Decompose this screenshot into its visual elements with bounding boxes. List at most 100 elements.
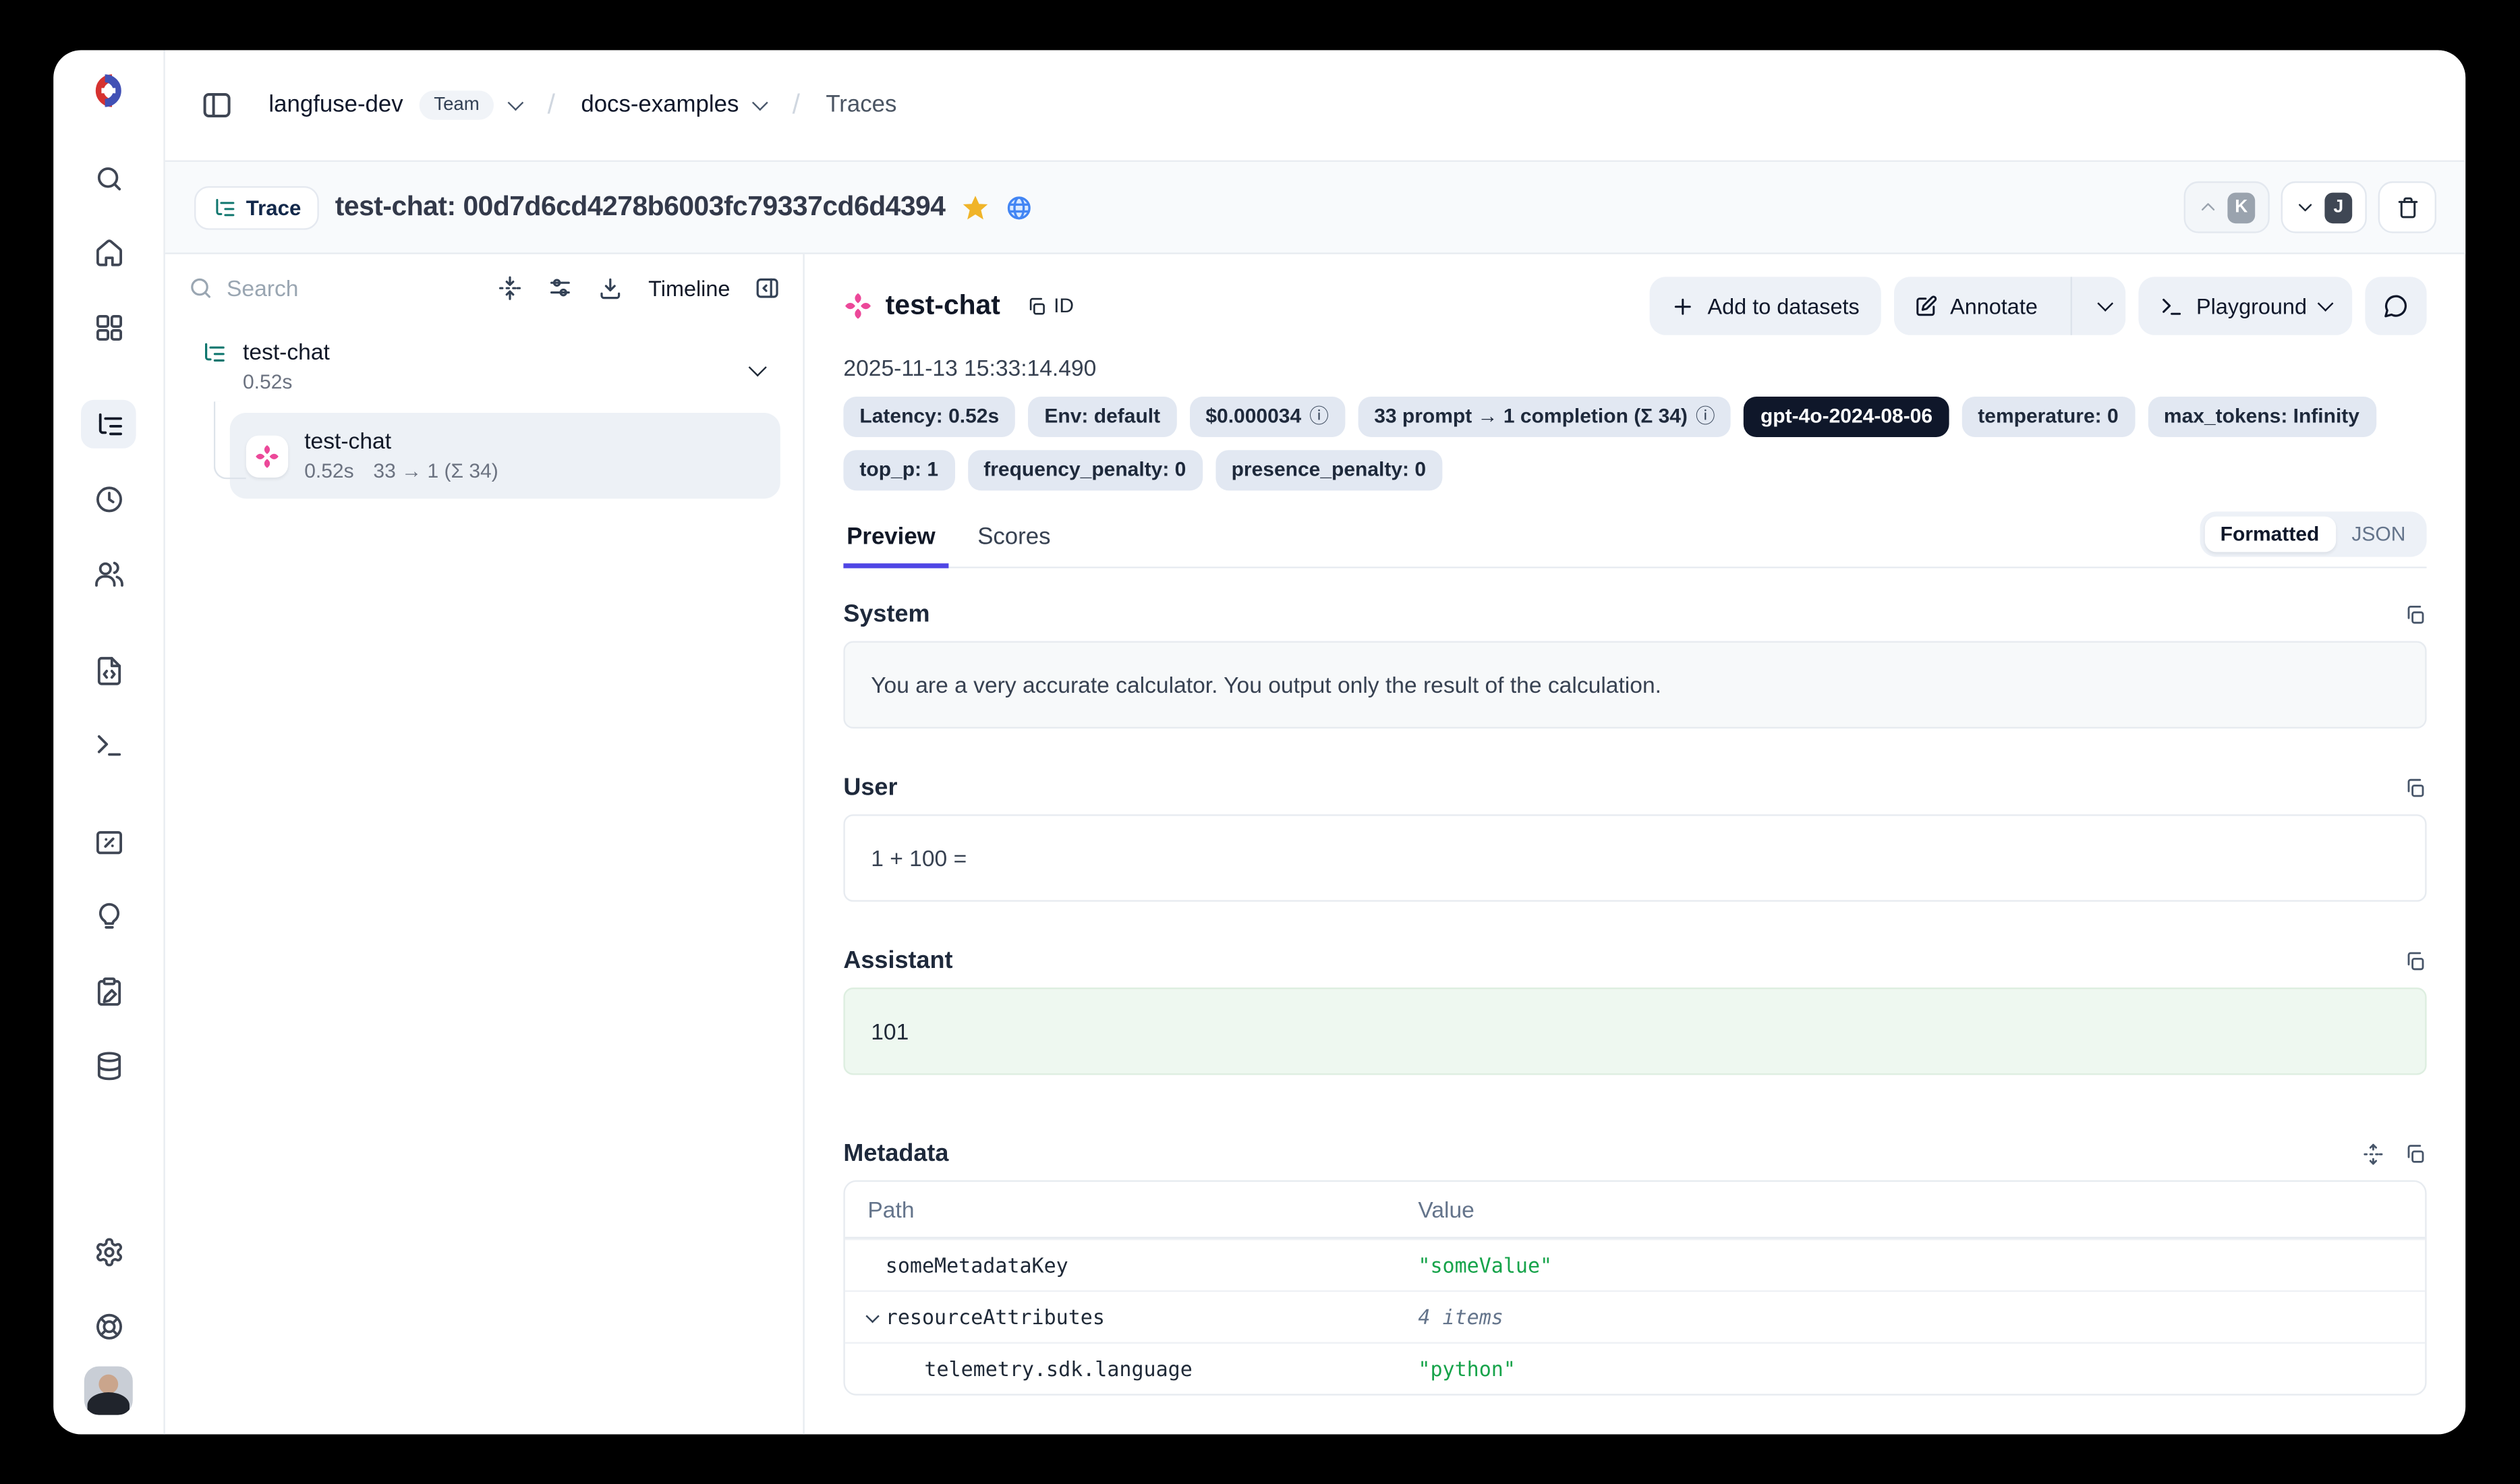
cost-badge[interactable]: $0.000034ⓘ — [1189, 397, 1345, 437]
timeline-toggle[interactable]: Timeline — [648, 276, 730, 300]
model-badge[interactable]: gpt-4o-2024-08-06 — [1744, 397, 1949, 437]
sessions-icon[interactable] — [81, 474, 136, 523]
prev-trace-button[interactable]: K — [2184, 181, 2270, 233]
pencil-square-icon — [1913, 294, 1937, 318]
column-value: Value — [1418, 1197, 2402, 1222]
tree-node-trace[interactable]: test-chat 0.52s — [188, 337, 780, 397]
annotate-dropdown-button[interactable] — [2084, 277, 2125, 335]
column-path: Path — [867, 1197, 1418, 1222]
copy-icon[interactable] — [2404, 776, 2427, 799]
tree-connector — [214, 401, 246, 479]
settings-icon[interactable] — [81, 1227, 136, 1276]
collapse-all-icon[interactable] — [498, 275, 523, 301]
metadata-key[interactable]: resourceAttributes — [867, 1305, 1418, 1329]
generation-icon — [843, 291, 872, 320]
tree-settings-icon[interactable] — [548, 275, 573, 301]
home-icon[interactable] — [81, 228, 136, 277]
breadcrumb-project[interactable]: docs-examples — [581, 92, 739, 118]
breadcrumb-org[interactable]: langfuse-dev — [268, 92, 403, 118]
search-icon[interactable] — [81, 154, 136, 202]
info-icon: ⓘ — [1309, 403, 1329, 431]
chevron-down-icon[interactable] — [751, 352, 764, 381]
metadata-key: telemetry.sdk.language — [867, 1357, 1418, 1381]
scores-icon[interactable] — [81, 818, 136, 866]
copy-icon[interactable] — [2404, 950, 2427, 973]
breadcrumb-bar: langfuse-dev Team / docs-examples / Trac… — [165, 50, 2465, 162]
metadata-table: Path Value someMetadataKey "someValue" r… — [843, 1180, 2426, 1396]
metadata-key: someMetadataKey — [867, 1253, 1418, 1278]
evaluators-icon[interactable] — [81, 892, 136, 940]
user-avatar[interactable] — [84, 1367, 133, 1415]
annotate-button[interactable]: Annotate — [1893, 277, 2057, 335]
comments-button[interactable] — [2365, 277, 2426, 335]
download-icon[interactable] — [598, 275, 624, 301]
public-globe-icon[interactable] — [1005, 194, 1033, 221]
trace-header: Trace test-chat: 00d7d6cd4278b6003fc7933… — [165, 162, 2465, 254]
tokens-badge[interactable]: 33 prompt → 1 completion (Σ 34)ⓘ — [1358, 397, 1731, 437]
trace-title: test-chat: 00d7d6cd4278b6003fc79337cd6d4… — [335, 191, 946, 223]
tree-node-tokens: 33 → 1 (Σ 34) — [373, 458, 498, 486]
tab-preview[interactable]: Preview — [843, 515, 938, 567]
shortcut-key-j: J — [2324, 192, 2352, 223]
users-icon[interactable] — [81, 549, 136, 598]
next-trace-button[interactable]: J — [2281, 181, 2367, 233]
temperature-badge: temperature: 0 — [1961, 397, 2134, 437]
breadcrumb-page[interactable]: Traces — [826, 92, 896, 118]
copy-icon[interactable] — [2404, 1142, 2427, 1165]
tree-node-latency: 0.52s — [243, 369, 330, 397]
id-label: ID — [1054, 295, 1074, 318]
observation-timestamp: 2025-11-13 15:33:14.490 — [843, 355, 2426, 380]
tree-search-input[interactable]: Search — [188, 275, 474, 301]
detail-tabs: Preview Scores Formatted JSON — [843, 511, 2426, 568]
trash-icon — [2395, 195, 2419, 219]
max-tokens-badge: max_tokens: Infinity — [2148, 397, 2376, 437]
section-title: User — [843, 774, 897, 801]
playground-icon[interactable] — [81, 720, 136, 769]
user-message: 1 + 100 = — [843, 814, 2426, 902]
section-title: Metadata — [843, 1140, 948, 1168]
chevron-down-icon[interactable] — [753, 95, 769, 111]
copy-id-button[interactable]: ID — [1026, 295, 1074, 318]
bookmark-star-icon[interactable] — [961, 194, 989, 221]
view-toggle: Formatted JSON — [2199, 511, 2426, 556]
collapse-panel-icon[interactable] — [754, 275, 780, 301]
view-formatted[interactable]: Formatted — [2204, 517, 2336, 552]
copy-icon[interactable] — [2404, 603, 2427, 626]
expand-icon[interactable] — [2362, 1142, 2385, 1165]
table-row: someMetadataKey "someValue" — [845, 1238, 2425, 1290]
chevron-down-icon[interactable] — [508, 95, 524, 111]
breadcrumb-separator: / — [548, 89, 555, 121]
screen: langfuse-dev Team / docs-examples / Trac… — [0, 0, 2520, 1484]
env-badge: Env: default — [1028, 397, 1176, 437]
system-message: You are a very accurate calculator. You … — [843, 641, 2426, 729]
tree-node-name: test-chat — [304, 426, 498, 455]
tracing-icon[interactable] — [81, 400, 136, 449]
sidebar-toggle-icon[interactable] — [201, 89, 233, 121]
tree-node-generation-selected[interactable]: test-chat 0.52s 33 → 1 (Σ 34) — [230, 413, 780, 498]
section-title: System — [843, 600, 929, 628]
playground-button[interactable]: Playground — [2138, 277, 2353, 335]
metadata-value: "someValue" — [1418, 1253, 2402, 1278]
delete-trace-button[interactable] — [2378, 181, 2436, 233]
dashboard-icon[interactable] — [81, 303, 136, 351]
presence-penalty-badge: presence_penalty: 0 — [1215, 450, 1442, 490]
terminal-icon — [2159, 294, 2183, 318]
chevron-up-icon — [2198, 198, 2218, 217]
add-to-datasets-button[interactable]: Add to datasets — [1649, 277, 1881, 335]
frequency-penalty-badge: frequency_penalty: 0 — [967, 450, 1202, 490]
annotation-queues-icon[interactable] — [81, 967, 136, 1015]
table-row: resourceAttributes 4 items — [845, 1290, 2425, 1342]
support-icon[interactable] — [81, 1302, 136, 1350]
tab-scores[interactable]: Scores — [974, 515, 1054, 567]
prompts-icon[interactable] — [81, 646, 136, 695]
comment-bubble-icon — [2383, 293, 2409, 318]
plus-icon — [1670, 294, 1694, 318]
chevron-down-icon — [865, 1309, 879, 1322]
trace-tree-icon — [201, 340, 227, 366]
datasets-icon[interactable] — [81, 1041, 136, 1089]
view-json[interactable]: JSON — [2335, 517, 2422, 552]
app-window: langfuse-dev Team / docs-examples / Trac… — [53, 50, 2465, 1434]
chevron-down-icon — [2318, 295, 2334, 312]
table-row: telemetry.sdk.language "python" — [845, 1342, 2425, 1394]
chevron-down-icon — [2295, 198, 2315, 217]
